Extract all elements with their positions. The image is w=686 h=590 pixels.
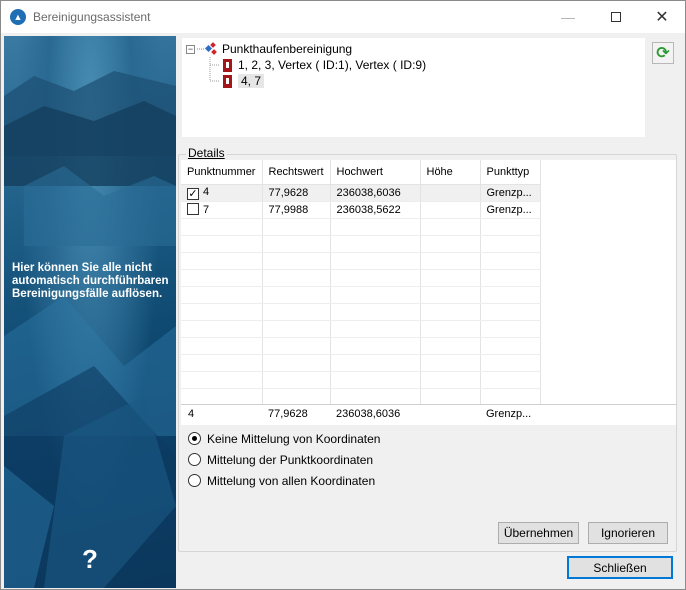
sidebar-description: Hier können Sie alle nicht automatisch d… — [12, 262, 169, 300]
empty-row — [181, 269, 541, 287]
details-group-label: Details — [186, 146, 227, 160]
point-cluster-icon — [197, 42, 217, 55]
table-cell — [420, 201, 481, 219]
apply-button[interactable]: Übernehmen — [498, 522, 579, 544]
table-cell: Grenzp... — [480, 184, 541, 202]
table-cell: 77,9628 — [262, 184, 331, 202]
ignore-button[interactable]: Ignorieren — [588, 522, 668, 544]
tree-root-node[interactable]: − Punkthaufenbereinigung — [186, 41, 352, 57]
table-header: Punktnummer Rechtswert Hochwert Höhe Pun… — [181, 160, 541, 185]
table-row[interactable]: ✓ 4 77,9628 236038,6036 Grenzp... — [181, 184, 541, 202]
column-header[interactable]: Hochwert — [330, 160, 421, 185]
sidebar-landscape-image — [4, 71, 176, 588]
cleanup-tree: − Punkthaufenbereinigung 1, 2, 3, Vertex… — [182, 38, 645, 137]
column-header[interactable]: Punkttyp — [480, 160, 541, 185]
close-window-button[interactable]: ✕ — [639, 1, 685, 33]
radio-label: Keine Mittelung von Koordinaten — [207, 431, 381, 446]
empty-row — [181, 303, 541, 321]
column-header[interactable]: Höhe — [420, 160, 481, 185]
summary-cell: 4 — [188, 408, 195, 420]
summary-row: 4 77,9628 236038,6036 Grenzp... — [181, 404, 676, 424]
conflict-flag-icon — [223, 58, 232, 72]
title-bar: ▲ Bereinigungsassistent — ✕ — [1, 1, 685, 33]
empty-row — [181, 218, 541, 236]
tree-node-label: 4, 7 — [238, 74, 265, 88]
column-header[interactable]: Rechtswert — [262, 160, 331, 185]
empty-row — [181, 371, 541, 389]
maximize-icon — [611, 12, 621, 22]
option-average-all-coordinates[interactable]: Mittelung von allen Koordinaten — [188, 470, 380, 491]
summary-cell: 236038,6036 — [336, 408, 401, 420]
table-row[interactable]: 7 77,9988 236038,5622 Grenzp... — [181, 201, 541, 219]
empty-row — [181, 252, 541, 270]
table-cell: 236038,5622 — [330, 201, 421, 219]
radio-label: Mittelung der Punktkoordinaten — [207, 452, 374, 467]
sidebar-banner: Hier können Sie alle nicht automatisch d… — [4, 36, 176, 588]
app-logo-icon: ▲ — [10, 9, 26, 25]
tree-node-1[interactable]: 1, 2, 3, Vertex ( ID:1), Vertex ( ID:9) — [223, 57, 426, 73]
summary-cell: 77,9628 — [268, 408, 308, 420]
conflict-flag-icon — [223, 74, 232, 88]
radio-label: Mittelung von allen Koordinaten — [207, 473, 376, 488]
empty-row — [181, 235, 541, 253]
minimize-button[interactable]: — — [545, 1, 591, 33]
radio-button[interactable] — [188, 474, 201, 487]
table-cell: 236038,6036 — [330, 184, 421, 202]
empty-row — [181, 320, 541, 338]
table-cell — [420, 184, 481, 202]
radio-button[interactable] — [188, 453, 201, 466]
empty-row — [181, 337, 541, 355]
maximize-button[interactable] — [593, 1, 639, 33]
empty-row — [181, 388, 541, 406]
radio-button[interactable] — [188, 432, 201, 445]
table-cell: 77,9988 — [262, 201, 331, 219]
refresh-icon: ⟳ — [656, 45, 670, 62]
collapse-icon[interactable]: − — [186, 44, 195, 54]
window-title: Bereinigungsassistent — [33, 10, 151, 24]
column-header[interactable]: Punktnummer — [181, 160, 263, 185]
option-no-averaging[interactable]: Keine Mittelung von Koordinaten — [188, 428, 380, 449]
summary-cell: Grenzp... — [486, 408, 532, 420]
empty-row — [181, 286, 541, 304]
empty-row — [181, 354, 541, 372]
table-cell[interactable]: 7 — [181, 201, 263, 219]
refresh-button[interactable]: ⟳ — [652, 42, 674, 64]
close-button[interactable]: Schließen — [567, 556, 673, 579]
row-checkbox[interactable]: ✓ — [187, 187, 199, 200]
details-table: Punktnummer Rechtswert Hochwert Höhe Pun… — [181, 160, 676, 425]
tree-node-2[interactable]: 4, 7 — [223, 73, 265, 89]
row-checkbox[interactable] — [187, 203, 199, 215]
table-cell: Grenzp... — [480, 201, 541, 219]
tree-root-label: Punkthaufenbereinigung — [222, 42, 353, 56]
table-cell[interactable]: ✓ 4 — [181, 184, 263, 202]
averaging-options: Keine Mittelung von Koordinaten Mittelun… — [188, 428, 380, 491]
option-average-point-coordinates[interactable]: Mittelung der Punktkoordinaten — [188, 449, 380, 470]
help-icon[interactable]: ? — [82, 544, 98, 575]
tree-node-label: 1, 2, 3, Vertex ( ID:1), Vertex ( ID:9) — [238, 58, 427, 72]
